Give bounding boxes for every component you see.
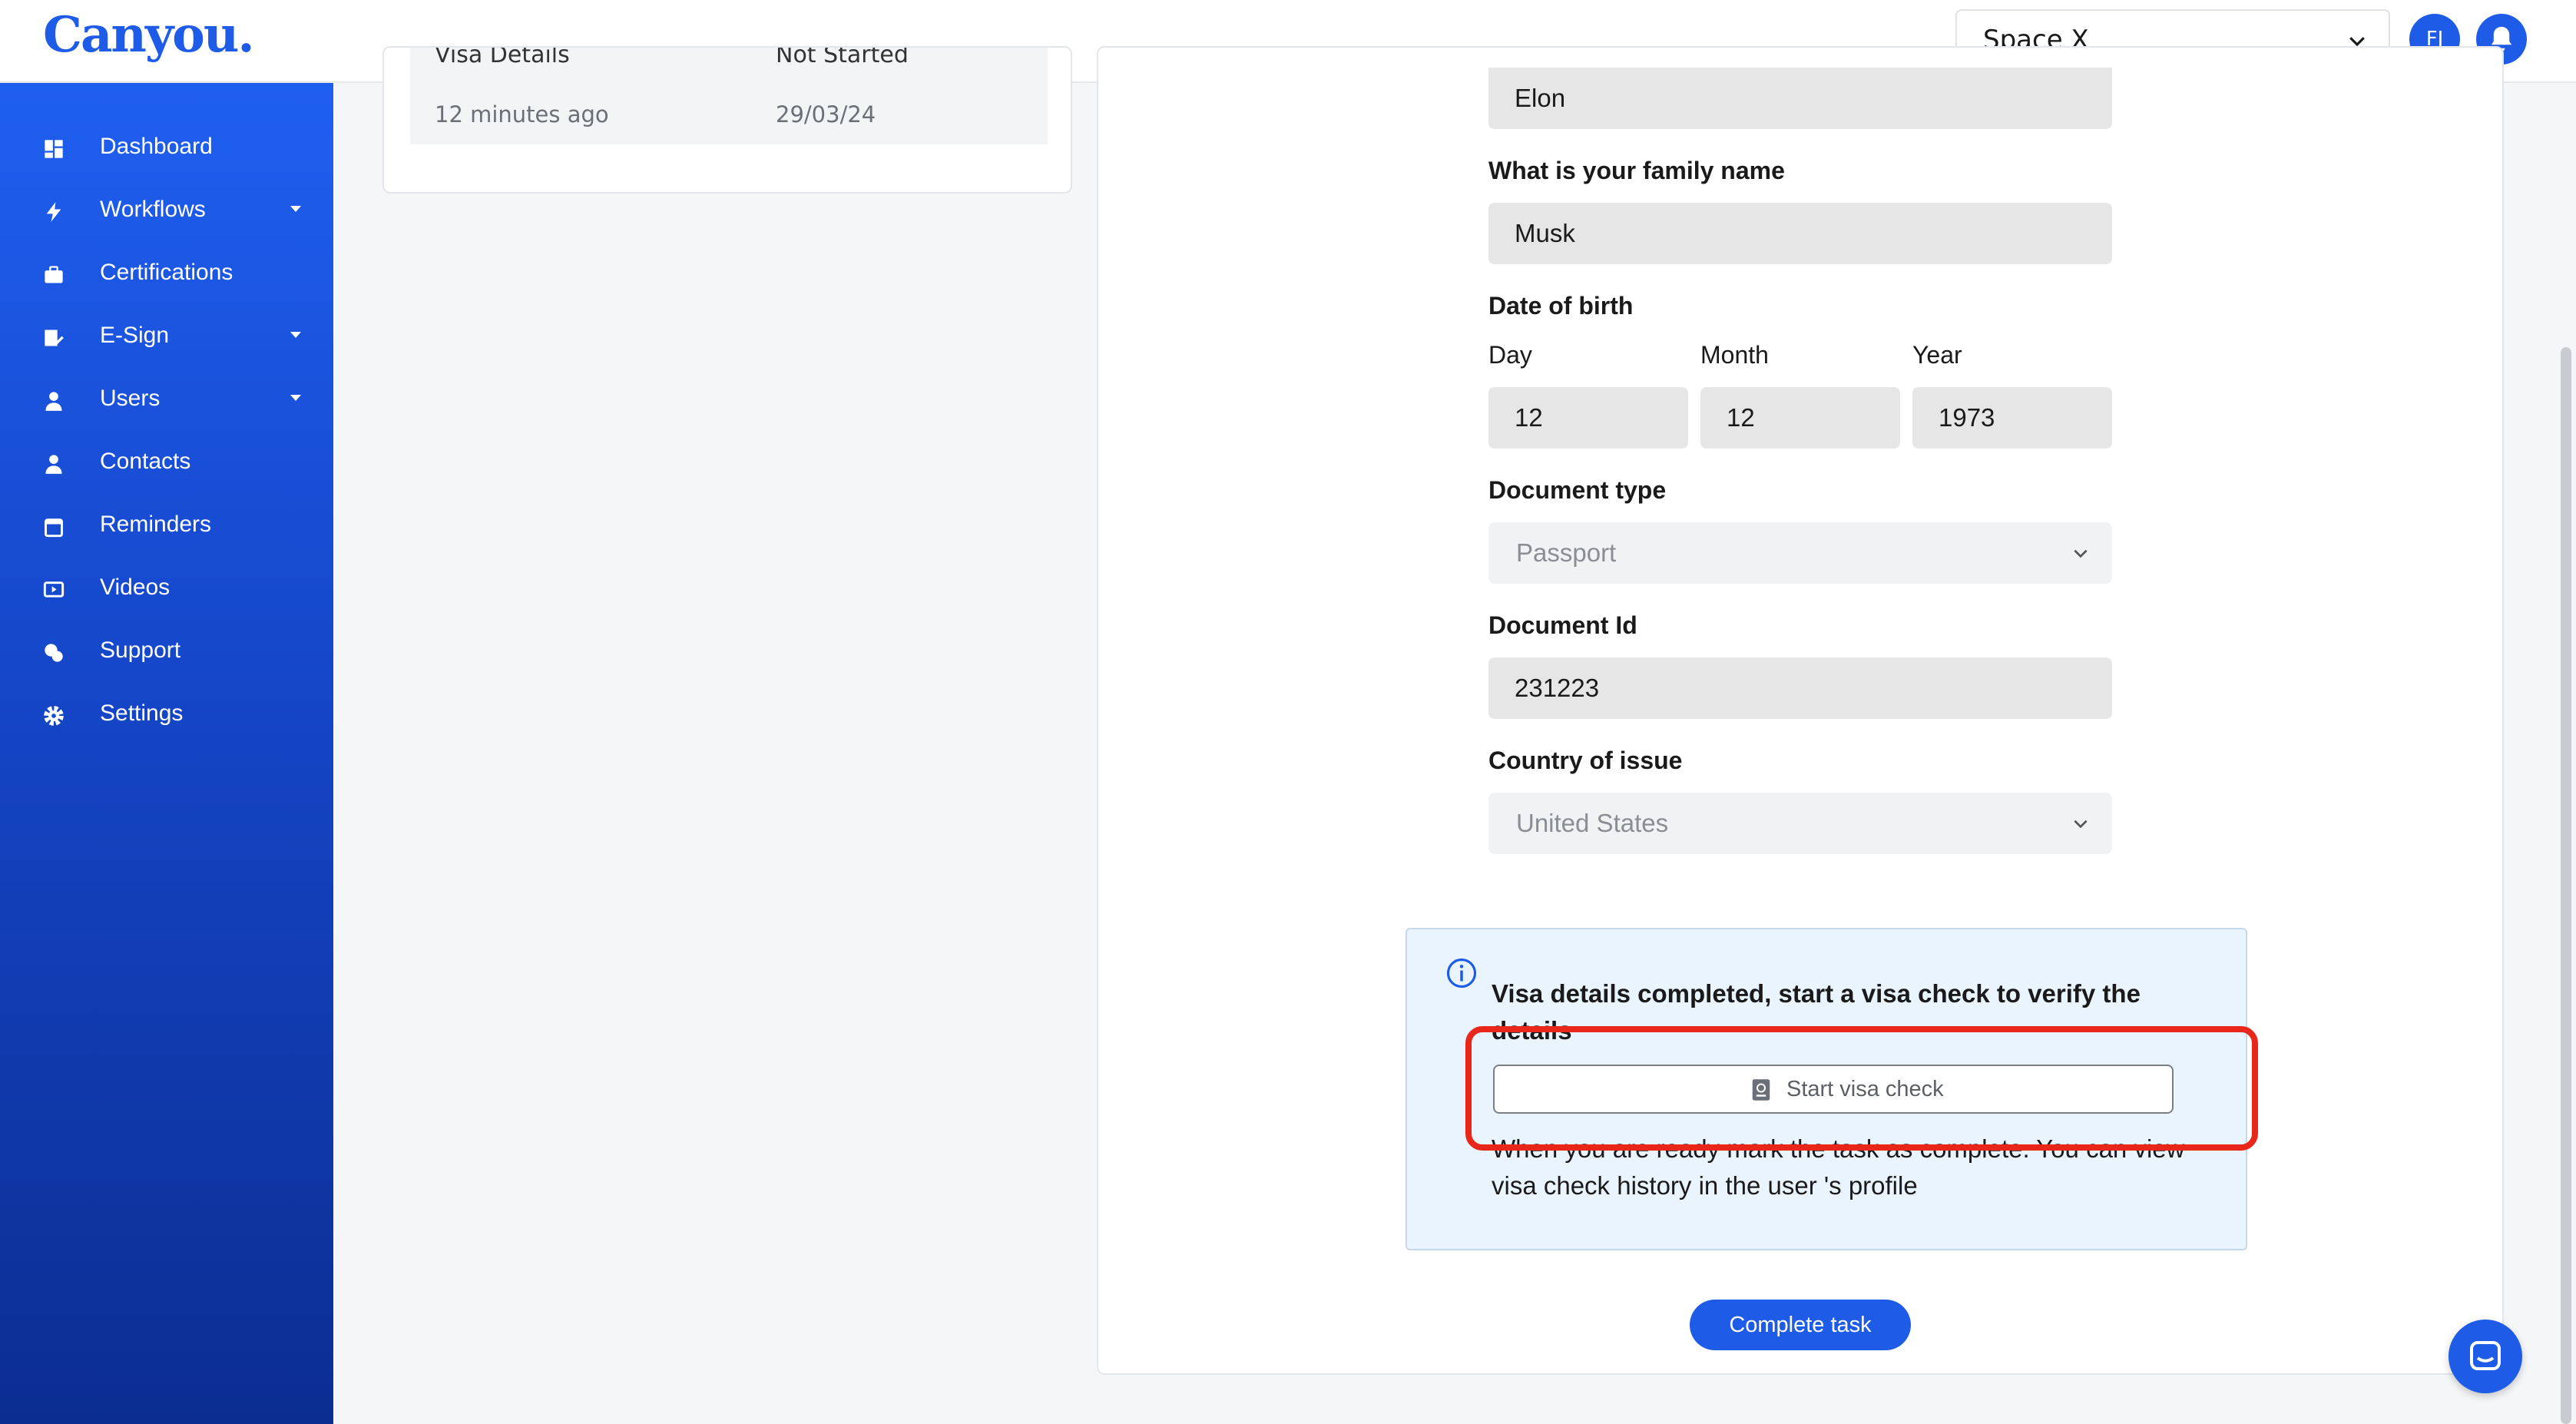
chat-icon — [45, 644, 63, 662]
sidebar-item-settings[interactable]: Settings — [0, 688, 333, 742]
logo[interactable]: Canyou. — [43, 6, 255, 64]
task-date: 29/03/24 — [776, 101, 876, 127]
document-type-value: Passport — [1516, 538, 1617, 567]
sidebar: Dashboard Workflows Certifications E-Sig… — [0, 83, 333, 1424]
sidebar-item-label: Certifications — [100, 260, 233, 285]
sidebar-item-dashboard[interactable]: Dashboard — [0, 121, 333, 175]
user-icon — [45, 455, 62, 474]
highlight-annotation — [1465, 1026, 2258, 1151]
sidebar-item-label: Users — [100, 386, 161, 411]
document-id-label: Document Id — [1488, 611, 1637, 639]
sidebar-item-label: Reminders — [100, 512, 212, 537]
sidebar-item-users[interactable]: Users — [0, 373, 333, 427]
sidebar-item-reminders[interactable]: Reminders — [0, 499, 333, 553]
sidebar-item-label: Support — [100, 637, 181, 663]
country-value: United States — [1516, 809, 1669, 837]
day-label: Day — [1488, 341, 1532, 369]
chat-icon — [2470, 1341, 2501, 1370]
sidebar-item-label: Workflows — [100, 197, 206, 222]
chat-launcher-button[interactable] — [2449, 1320, 2522, 1393]
gear-icon — [44, 706, 64, 726]
chevron-down-icon — [2074, 549, 2088, 558]
user-icon — [45, 392, 62, 411]
family-name-label: What is your family name — [1488, 157, 1785, 184]
given-name-field[interactable]: Elon — [1488, 68, 2112, 129]
country-label: Country of issue — [1488, 747, 1683, 774]
pen-document-icon — [45, 330, 64, 346]
year-field[interactable]: 1973 — [1912, 387, 2112, 449]
scrollbar[interactable] — [2561, 347, 2571, 1424]
sidebar-item-esign[interactable]: E-Sign — [0, 310, 333, 364]
sidebar-item-label: Settings — [100, 700, 184, 726]
task-status: Not Started — [776, 46, 909, 68]
sidebar-item-support[interactable]: Support — [0, 625, 333, 679]
sidebar-item-label: Contacts — [100, 449, 191, 474]
sidebar-item-label: Dashboard — [100, 134, 213, 159]
sidebar-item-certifications[interactable]: Certifications — [0, 247, 333, 301]
day-field[interactable]: 12 — [1488, 387, 1688, 449]
document-id-field[interactable]: 231223 — [1488, 657, 2112, 719]
table-row[interactable]: Visa Details Not Started 12 minutes ago … — [410, 48, 1048, 144]
sidebar-item-contacts[interactable]: Contacts — [0, 436, 333, 490]
dashboard-icon — [45, 140, 63, 158]
sidebar-item-workflows[interactable]: Workflows — [0, 184, 333, 238]
caret-down-icon — [290, 332, 301, 338]
lightning-icon — [46, 202, 61, 222]
sidebar-item-label: Videos — [100, 575, 171, 600]
info-icon — [1446, 958, 1477, 989]
sidebar-item-videos[interactable]: Videos — [0, 562, 333, 616]
caret-down-icon — [290, 206, 301, 212]
month-field[interactable]: 12 — [1700, 387, 1900, 449]
dob-label: Date of birth — [1488, 292, 1634, 320]
document-type-label: Document type — [1488, 476, 1667, 504]
complete-task-button[interactable]: Complete task — [1690, 1300, 1911, 1350]
caret-down-icon — [290, 395, 301, 401]
year-label: Year — [1912, 341, 1962, 369]
month-label: Month — [1700, 341, 1769, 369]
family-name-field[interactable]: Musk — [1488, 203, 2112, 264]
country-select[interactable]: United States — [1488, 793, 2112, 854]
sidebar-item-label: E-Sign — [100, 323, 170, 348]
document-type-select[interactable]: Passport — [1488, 522, 2112, 584]
chevron-down-icon — [2074, 820, 2088, 829]
task-name: Visa Details — [435, 46, 570, 68]
task-list-card: Visa Details Not Started 12 minutes ago … — [382, 46, 1072, 194]
video-icon — [43, 581, 65, 598]
calendar-icon — [45, 518, 63, 538]
briefcase-icon — [45, 266, 63, 283]
task-updated: 12 minutes ago — [435, 101, 609, 127]
